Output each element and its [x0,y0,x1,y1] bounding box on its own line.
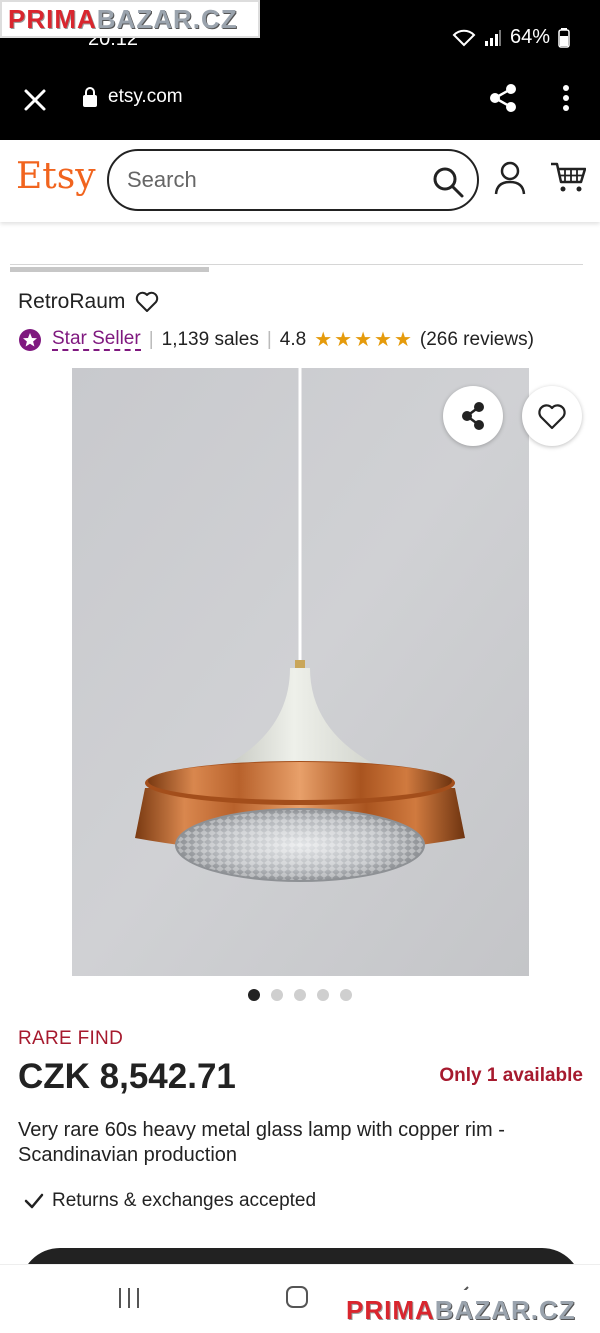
separator: | [148,329,154,350]
checkmark-icon [24,1193,44,1209]
rare-find-label: RARE FIND [18,1028,124,1049]
search-input[interactable] [127,165,417,195]
carousel-dot[interactable] [294,989,306,1001]
cart-icon[interactable] [550,160,586,194]
shop-name[interactable]: RetroRaum [18,290,125,314]
watermark-logo: PRIMA BAZAR.CZ [0,0,260,38]
url-text: etsy.com [108,86,183,107]
shop-stats: Star Seller | 1,139 sales | 4.8 ★ ★ ★ ★ … [18,325,534,355]
star-icon: ★ [374,329,392,351]
search-bar[interactable] [107,149,479,211]
star-icon: ★ [334,329,353,351]
site-header: Etsy [0,140,600,222]
availability-label: Only 1 available [439,1065,583,1086]
star-seller-label[interactable]: Star Seller [52,329,141,351]
lock-icon [83,87,97,107]
separator: | [266,329,272,350]
carousel-dot[interactable] [317,989,329,1001]
image-carousel-dots [248,989,352,1001]
star-seller-badge-icon [19,329,41,351]
carousel-dot[interactable] [340,989,352,1001]
star-icon: ★ [314,329,333,351]
favorite-shop-heart-icon[interactable] [135,291,159,313]
sales-count: 1,139 sales [161,329,259,350]
carousel-dot[interactable] [271,989,283,1001]
product-image[interactable] [72,368,529,976]
divider [10,264,583,265]
share-icon[interactable] [487,82,519,114]
url-bar[interactable]: etsy.com [82,86,183,108]
review-count[interactable]: (266 reviews) [420,329,534,351]
shop-header: RetroRaum [18,290,159,314]
browser-toolbar: etsy.com [0,70,600,140]
scroll-indicator [10,267,209,272]
product-title: Very rare 60s heavy metal glass lamp wit… [18,1119,505,1166]
home-icon[interactable] [285,1285,309,1309]
rating-stars: ★ ★ ★ ★ ★ [314,330,412,350]
star-icon: ★ [354,329,372,351]
star-icon: ★ [393,329,412,351]
status-indicators: 64% [452,26,570,49]
signal-icon [484,29,501,46]
battery-percent: 64% [509,26,550,48]
price: CZK 8,542.71 [18,1057,236,1096]
favorite-listing-button[interactable] [522,386,582,446]
account-icon[interactable] [493,160,527,196]
more-options-icon[interactable] [556,82,576,114]
share-listing-button[interactable] [443,386,503,446]
watermark-logo: PRIMA BAZAR.CZ [340,1290,598,1330]
battery-icon [558,27,570,48]
etsy-logo[interactable]: Etsy [16,156,96,197]
search-icon[interactable] [431,165,465,199]
returns-info: Returns & exchanges accepted [24,1190,316,1212]
share-icon [462,402,484,430]
returns-text: Returns & exchanges accepted [52,1190,317,1211]
rating-value: 4.8 [279,329,307,350]
close-icon[interactable] [20,85,50,115]
carousel-dot[interactable] [248,989,260,1001]
wifi-icon [452,29,476,46]
heart-icon [538,404,566,430]
recent-apps-icon[interactable] [117,1287,141,1309]
